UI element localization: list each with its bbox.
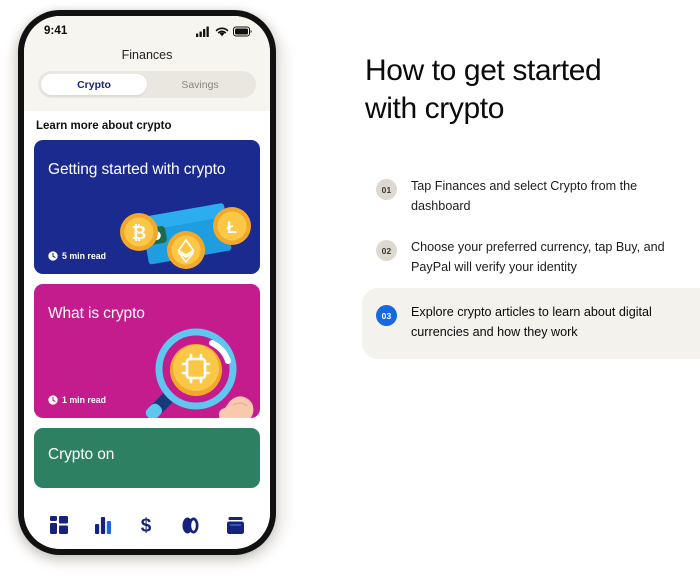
phone-page-title: Finances [121, 48, 173, 62]
bitcoin-coin-icon: ₿ [120, 213, 158, 251]
instructions-panel: How to get started with crypto 01 Tap Fi… [362, 0, 700, 578]
phone-screen: 9:41 Finances Crypto Savings Learn more … [24, 16, 270, 549]
step-text: Tap Finances and select Crypto from the … [411, 179, 638, 213]
nav-item-money[interactable]: $ [139, 515, 153, 536]
svg-text:Ł: Ł [227, 218, 237, 237]
wifi-icon [215, 26, 229, 36]
svg-text:$: $ [141, 516, 152, 536]
phone-header: 9:41 Finances Crypto Savings [24, 16, 270, 111]
read-time-text: 5 min read [62, 251, 107, 261]
magnifying-glass-coin-illustration [145, 328, 254, 418]
nav-item-wallet[interactable] [227, 516, 245, 534]
step-number-badge: 01 [376, 179, 397, 200]
card-crypto-on[interactable]: Crypto on [34, 428, 260, 488]
card-title: What is crypto [48, 305, 145, 322]
nav-item-dashboard[interactable] [49, 516, 68, 534]
step-item-01: 01 Tap Finances and select Crypto from t… [362, 166, 700, 227]
crypto-wallet-coins-illustration: ₿ Ł [120, 203, 251, 269]
step-text: Explore crypto articles to learn about d… [411, 305, 652, 339]
clock-icon [48, 251, 58, 261]
dollar-sign-icon: $ [141, 516, 152, 536]
clock-icon [48, 395, 58, 405]
phone-content: Learn more about crypto Getting started … [24, 111, 270, 505]
litecoin-coin-icon: Ł [213, 207, 251, 245]
segmented-control: Crypto Savings [38, 71, 256, 98]
coins-icon [182, 517, 199, 533]
page-title: How to get started with crypto [365, 54, 602, 125]
read-time-badge: 1 min read [48, 395, 106, 405]
nav-item-crypto[interactable] [181, 517, 200, 534]
phone-mockup: 9:41 Finances Crypto Savings Learn more … [8, 8, 290, 568]
status-indicators [196, 26, 252, 37]
card-title: Crypto on [48, 446, 115, 463]
section-title: Learn more about crypto [36, 120, 172, 132]
battery-icon [233, 26, 252, 36]
bottom-navigation: $ [24, 505, 270, 549]
steps-list: 01 Tap Finances and select Crypto from t… [362, 166, 700, 360]
step-number-badge: 02 [376, 240, 397, 262]
bar-chart-icon [95, 516, 112, 534]
svg-text:₿: ₿ [132, 223, 147, 243]
step-number-badge: 03 [376, 305, 397, 327]
card-getting-started[interactable]: Getting started with crypto ₿ Ł 5 min re… [34, 140, 260, 274]
cellular-signal-icon [196, 26, 209, 37]
card-what-is-crypto[interactable]: What is crypto 1 min read [34, 284, 260, 418]
dashboard-grid-icon [49, 516, 68, 534]
nav-item-charts[interactable] [95, 516, 112, 534]
read-time-badge: 5 min read [48, 251, 106, 261]
hand-icon [219, 396, 254, 418]
step-text: Choose your preferred currency, tap Buy,… [411, 240, 665, 274]
card-title: Getting started with crypto [48, 161, 226, 178]
status-time: 9:41 [44, 25, 68, 37]
ethereum-coin-icon [167, 231, 205, 269]
step-item-03[interactable]: 03 Explore crypto articles to learn abou… [362, 288, 700, 360]
status-bar: 9:41 [34, 16, 260, 42]
read-time-text: 1 min read [62, 395, 107, 405]
screenshot-root: 9:41 Finances Crypto Savings Learn more … [0, 0, 700, 578]
wallet-icon [227, 516, 245, 534]
tab-savings[interactable]: Savings [147, 74, 253, 95]
step-item-02: 02 Choose your preferred currency, tap B… [362, 227, 700, 288]
tab-crypto[interactable]: Crypto [41, 74, 147, 95]
